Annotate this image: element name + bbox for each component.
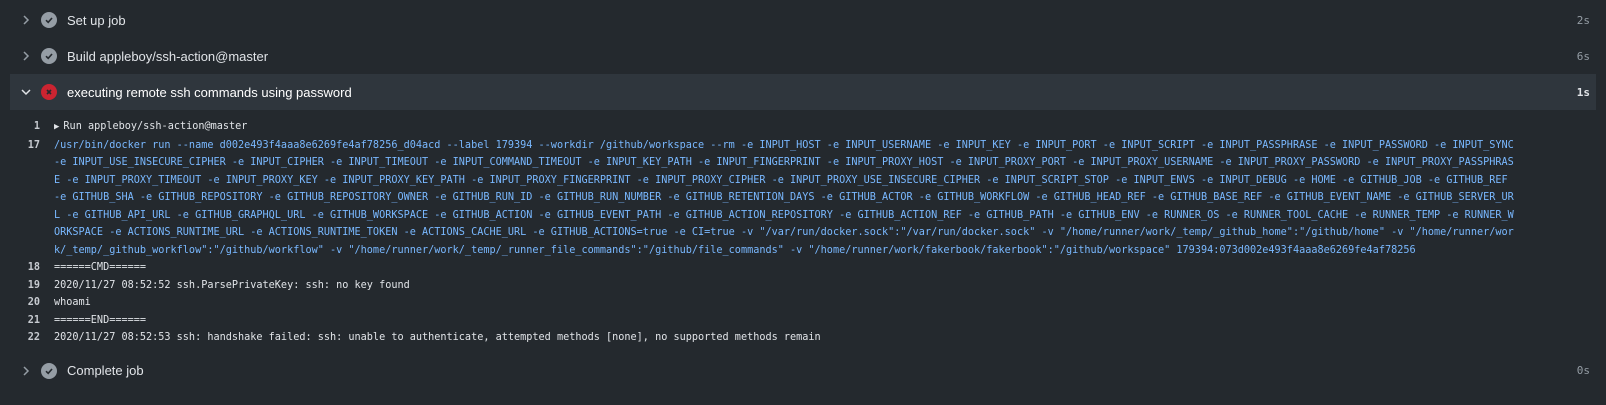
step-title: Set up job [67,12,126,28]
line-number[interactable]: 1 [0,118,54,136]
step-title: executing remote ssh commands using pass… [67,84,352,100]
log-line[interactable]: 17 /usr/bin/docker run --name d002e493f4… [0,137,1606,260]
step-executing-remote-ssh[interactable]: executing remote ssh commands using pass… [10,74,1596,110]
log-command: /usr/bin/docker run --name d002e493f4aaa… [54,139,1520,256]
log-text: 2020/11/27 08:52:52 ssh.ParsePrivateKey:… [54,279,410,291]
chevron-right-icon[interactable] [17,11,35,29]
x-circle-icon [41,84,57,100]
log-text: whoami [54,297,91,308]
log-line[interactable]: 22 2020/11/27 08:52:53 ssh: handshake fa… [0,329,1606,347]
check-circle-icon [41,48,57,64]
chevron-right-icon[interactable] [17,47,35,65]
log-line[interactable]: 1 ▶ Run appleboy/ssh-action@master [0,118,1606,137]
log-text[interactable]: ▶ Run appleboy/ssh-action@master [54,118,1516,137]
line-number[interactable]: 18 [0,259,54,277]
line-number[interactable]: 22 [0,329,54,347]
log-text: 2020/11/27 08:52:53 ssh: handshake faile… [54,332,821,343]
log-text: ======CMD====== [54,262,147,273]
step-duration: 6s [1576,49,1590,63]
log-line[interactable]: 21 ======END====== [0,312,1606,330]
step-title: Build appleboy/ssh-action@master [67,48,269,64]
step-duration: 0s [1576,364,1590,377]
step-set-up-job[interactable]: Set up job 2s [0,2,1606,38]
triangle-right-icon[interactable]: ▶ [54,122,59,132]
group-title: Run appleboy/ssh-action@master [63,121,248,132]
step-duration: 2s [1576,13,1590,27]
check-circle-icon [41,12,57,28]
log-line[interactable]: 18 ======CMD====== [0,259,1606,277]
log-line[interactable]: 20 whoami [0,294,1606,312]
line-number[interactable]: 20 [0,294,54,312]
step-title: Complete job [67,363,144,378]
log-output: 1 ▶ Run appleboy/ssh-action@master 17 /us… [0,108,1606,353]
log-text: ======END====== [54,314,147,326]
step-build[interactable]: Build appleboy/ssh-action@master 6s [0,38,1606,74]
step-complete-job[interactable]: Complete job 0s [0,353,1606,389]
line-number[interactable]: 17 [0,137,54,155]
chevron-down-icon[interactable] [17,83,35,101]
chevron-right-icon[interactable] [17,362,35,380]
log-line[interactable]: 19 2020/11/27 08:52:52 ssh.ParsePrivateK… [0,277,1606,295]
step-duration: 1s [1576,85,1590,99]
check-circle-icon [41,362,57,379]
line-number[interactable]: 21 [0,312,54,330]
line-number[interactable]: 19 [0,277,54,295]
